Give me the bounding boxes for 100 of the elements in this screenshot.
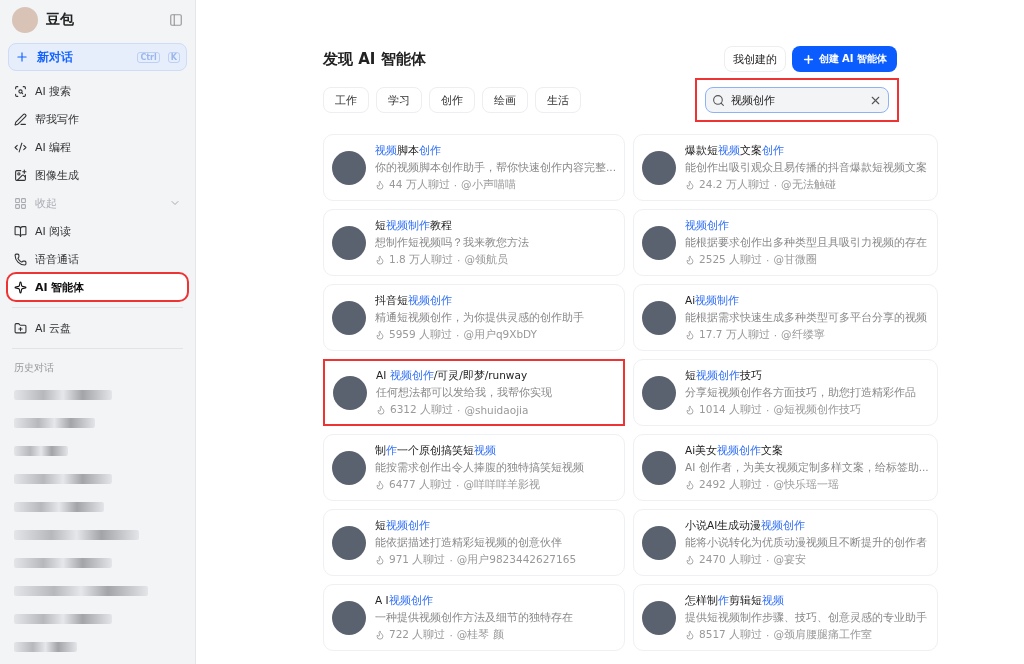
agent-card[interactable]: Ai视频制作 能根据需求快速生成多种类型可多平台分享的视频 17.7 万人聊过 · @纤缕寧 — [633, 284, 938, 351]
author-name: @纤缕寧 — [781, 327, 825, 342]
flame-icon — [685, 254, 695, 265]
book-icon — [14, 224, 27, 238]
photo-placeholder — [332, 525, 366, 560]
author-name: @shuidaojia — [464, 403, 529, 416]
flame-icon — [375, 479, 385, 490]
agent-card[interactable]: Ai美女视频创作文案 AI 创作者，为美女视频定制多样文案，给标签助... 2492 人聊过 · @快乐瑶一瑶 — [633, 434, 938, 501]
agent-description: 提供短视频制作步骤、技巧、创意灵感的专业助手 — [685, 610, 927, 625]
flame-icon — [375, 629, 385, 640]
separator-dot: · — [456, 478, 460, 491]
agent-card[interactable]: 抖音短视频创作 精通短视频创作，为你提供灵感的创作助手 5959 人聊过 · @用户q9XbDY — [323, 284, 625, 351]
photo-placeholder — [332, 600, 366, 635]
agent-card[interactable]: 短视频制作教程 想制作短视频吗？我来教您方法 1.8 万人聊过 · @领航员 — [323, 209, 625, 276]
sidebar-item[interactable]: 帮我写作 — [8, 106, 187, 132]
agent-description: 能依据描述打造精彩短视频的创意伙伴 — [375, 535, 563, 550]
redacted-history-item[interactable] — [14, 614, 113, 624]
author-name: @快乐瑶一瑶 — [773, 477, 839, 492]
author-name: @颈肩腰腿痛工作室 — [773, 627, 872, 642]
create-agent-button[interactable]: 创建 AI 智能体 — [791, 46, 897, 72]
chat-count: 6477 人聊过 — [389, 477, 453, 492]
sidebar-item[interactable]: AI 云盘 — [8, 315, 187, 341]
category-tab[interactable]: 创作 — [429, 87, 475, 113]
agent-title: Ai视频制作 — [685, 293, 741, 308]
flame-icon — [685, 179, 695, 190]
agent-title: 怎样制作剪辑短视频 — [685, 593, 785, 608]
separator-dot: · — [766, 403, 770, 416]
app-name: 豆包 — [46, 11, 75, 29]
separator-dot: · — [766, 253, 770, 266]
sidebar-item[interactable]: 语音通话 — [8, 246, 187, 272]
flame-icon — [685, 629, 695, 640]
agent-card[interactable]: 爆款短视频文案创作 能创作出吸引观众且易传播的抖音爆款短视频文案 24.2 万人聊过 · @无法触碰 — [633, 134, 938, 201]
agent-card[interactable]: AI 视频创作/可灵/即梦/runway 任何想法都可以发给我，我帮你实现 6312 人聊过 · @shuidaojia — [323, 359, 625, 426]
chat-count: 1.8 万人聊过 — [389, 252, 454, 267]
flame-icon — [375, 329, 385, 340]
new-chat-button[interactable]: 新对话 Ctrl K — [8, 43, 187, 71]
author-name: @用户q9XbDY — [463, 327, 538, 342]
agent-title: 小说AI生成动漫视频创作 — [685, 518, 807, 533]
redacted-history-item[interactable] — [14, 530, 140, 540]
agent-card[interactable]: 小说AI生成动漫视频创作 能将小说转化为优质动漫视频且不断提升的创作者 2470 人聊过 · @宴安 — [633, 509, 938, 576]
separator-dot: · — [456, 328, 460, 341]
author-name: @甘微圈 — [773, 252, 817, 267]
pen-icon — [14, 112, 27, 126]
sidebar-item[interactable]: AI 阅读 — [8, 218, 187, 244]
sidebar-item[interactable]: 图像生成 — [8, 162, 187, 188]
agent-description: 能创作出吸引观众且易传播的抖音爆款短视频文案 — [685, 160, 927, 175]
category-tab[interactable]: 生活 — [535, 87, 581, 113]
agent-card[interactable]: 视频脚本创作 你的视频脚本创作助手，帮你快速创作内容完整... 44 万人聊过 · @小声喵喵 — [323, 134, 625, 201]
avatar — [12, 7, 38, 33]
photo-placeholder — [642, 300, 676, 335]
shortcut-key: K — [167, 51, 180, 63]
agent-card[interactable]: 制作一个原创搞笑短视频 能按需求创作出令人捧腹的独特搞笑短视频 6477 人聊过 · @咩咩咩羊影视 — [323, 434, 625, 501]
separator-dot: · — [766, 478, 770, 491]
plus-icon — [15, 50, 29, 64]
search-field[interactable]: 视频创作 — [705, 87, 889, 113]
redacted-history-item[interactable] — [14, 558, 113, 568]
author-name: @短视频创作技巧 — [773, 402, 861, 417]
sidebar-item[interactable]: AI 智能体 — [8, 274, 187, 300]
category-tab[interactable]: 绘画 — [482, 87, 528, 113]
redacted-history-item[interactable] — [14, 474, 113, 484]
redacted-history-item[interactable] — [14, 586, 149, 596]
separator-dot: · — [457, 253, 461, 266]
category-tab[interactable]: 学习 — [376, 87, 422, 113]
sidebar-item[interactable]: AI 搜索 — [8, 78, 187, 104]
agent-card[interactable]: 怎样制作剪辑短视频 提供短视频制作步骤、技巧、创意灵感的专业助手 8517 人聊过 · @颈肩腰腿痛工作室 — [633, 584, 938, 651]
separator-dot: · — [773, 178, 778, 191]
agent-description: 想制作短视频吗？我来教您方法 — [375, 235, 529, 250]
flame-icon — [685, 479, 695, 490]
my-agents-button[interactable]: 我创建的 — [723, 46, 786, 72]
agent-card[interactable]: A I视频创作 一种提供视频创作方法及细节的独特存在 722 人聊过 · @桂琴 颜 — [323, 584, 625, 651]
redacted-history-item[interactable] — [14, 390, 113, 400]
agent-description: 分享短视频创作各方面技巧，助您打造精彩作品 — [685, 385, 916, 400]
category-tab[interactable]: 工作 — [323, 87, 369, 113]
redacted-history-item[interactable] — [14, 418, 95, 428]
shortcut-key: Ctrl — [137, 51, 160, 63]
sidebar-toggle-icon[interactable] — [169, 13, 183, 27]
separator-dot: · — [766, 553, 770, 566]
separator-dot: · — [457, 403, 461, 416]
redacted-history-item[interactable] — [14, 446, 68, 456]
agent-card[interactable]: 视频创作 能根据要求创作出多种类型且具吸引力视频的存在 2525 人聊过 · @甘微圈 — [633, 209, 938, 276]
author-name: @小声喵喵 — [461, 177, 516, 192]
photo-placeholder — [333, 375, 367, 410]
folder-icon — [14, 321, 27, 335]
author-name: @用户9823442627165 — [456, 552, 577, 567]
search-icon — [712, 93, 725, 107]
chat-count: 1014 人聊过 — [699, 402, 763, 417]
grid-icon — [14, 196, 27, 210]
agent-card[interactable]: 短视频创作 能依据描述打造精彩短视频的创意伙伴 971 人聊过 · @用户9823442627165 — [323, 509, 625, 576]
agent-card[interactable]: 短视频创作技巧 分享短视频创作各方面技巧，助您打造精彩作品 1014 人聊过 · @短视频创作技巧 — [633, 359, 938, 426]
redacted-history-item[interactable] — [14, 642, 77, 652]
phone-icon — [14, 252, 27, 266]
sidebar-item[interactable]: AI 编程 — [8, 134, 187, 160]
agent-title: 短视频制作教程 — [375, 218, 453, 233]
chat-count: 2470 人聊过 — [699, 552, 763, 567]
agent-description: 任何想法都可以发给我，我帮你实现 — [376, 385, 552, 400]
photo-placeholder — [642, 225, 676, 260]
redacted-history-item[interactable] — [14, 502, 104, 512]
flame-icon — [685, 404, 695, 415]
chat-count: 722 人聊过 — [389, 627, 446, 642]
search-input[interactable]: 视频创作 — [729, 92, 865, 108]
